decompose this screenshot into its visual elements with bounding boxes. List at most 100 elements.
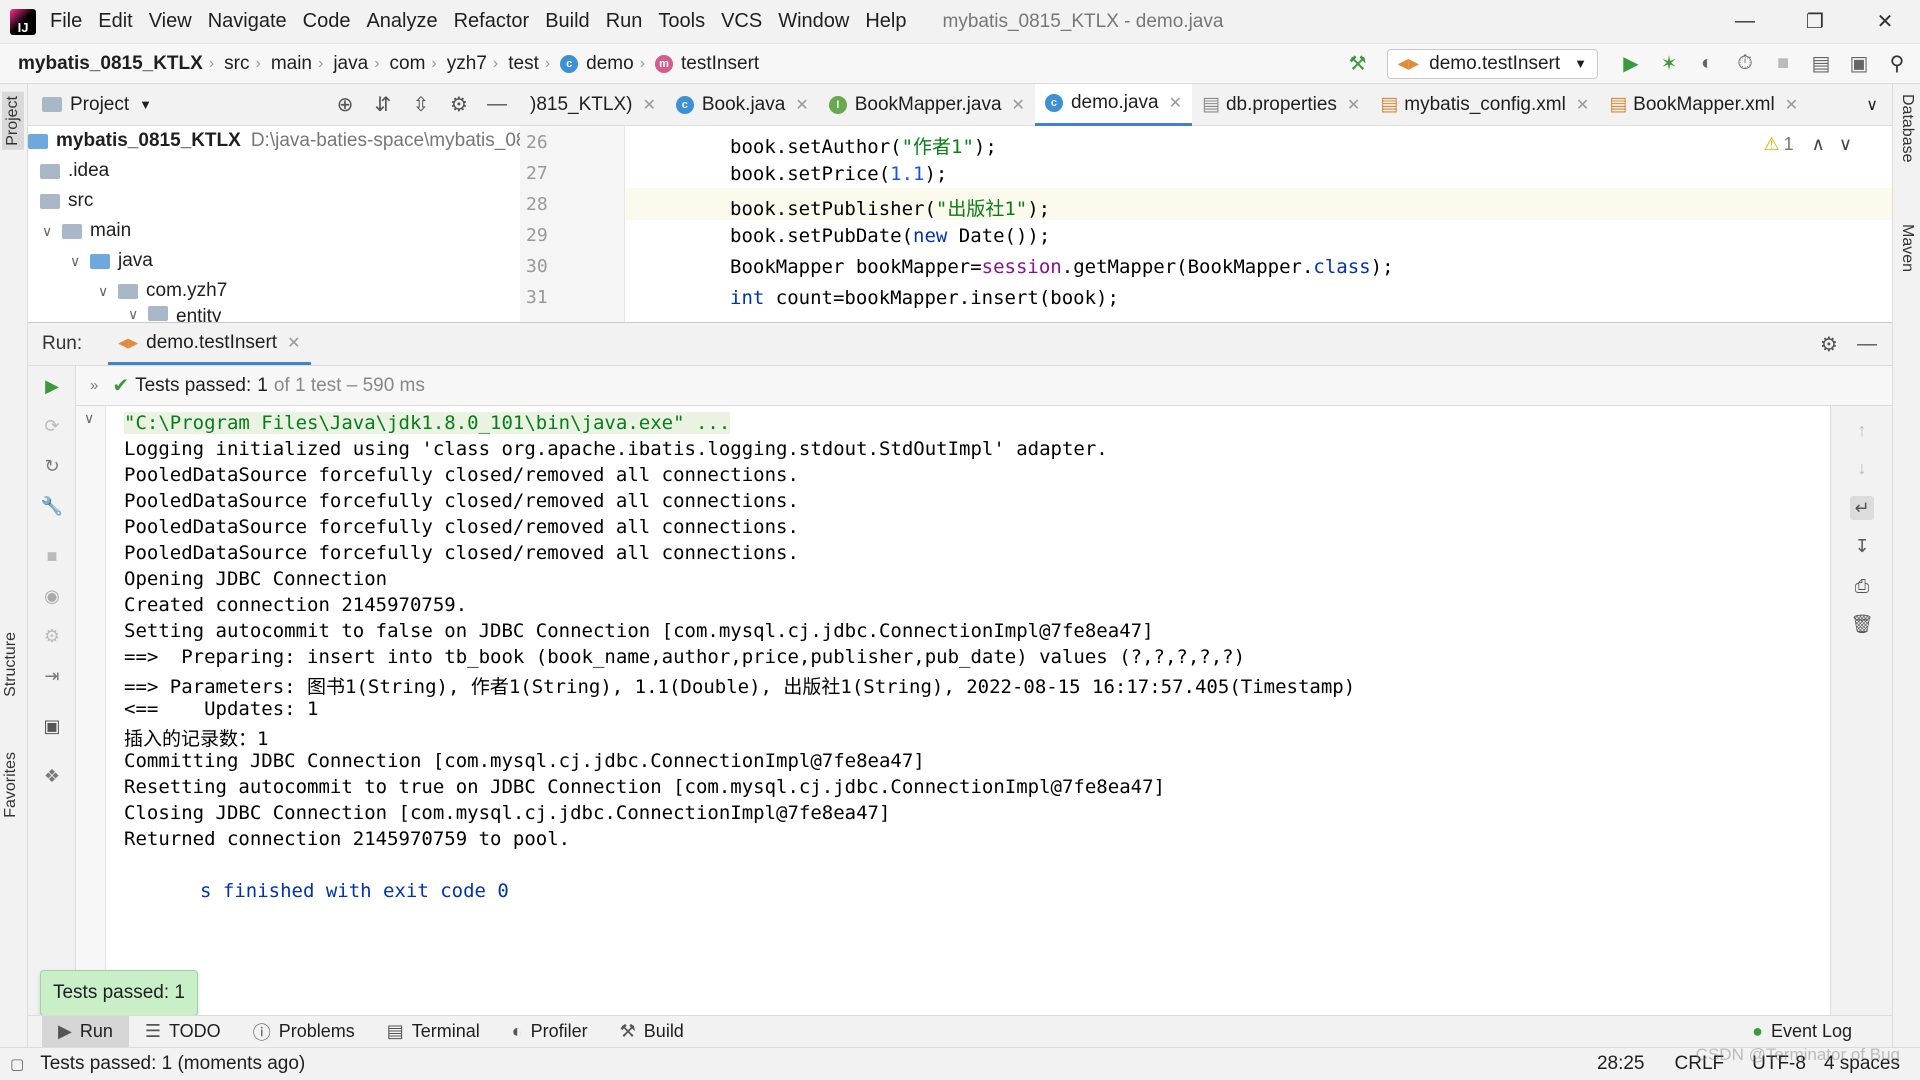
gear-icon[interactable]: ⚙ [444,90,474,120]
tab-event-log[interactable]: ● Event Log [1736,1016,1868,1048]
tab-book-java[interactable]: c Book.java ✕ [666,84,819,126]
close-window-button[interactable]: ✕ [1850,0,1920,44]
status-message[interactable]: Tests passed: 1 (moments ago) [40,1053,305,1075]
layout-icon[interactable]: ▣ [40,714,64,738]
menu-build[interactable]: Build [545,10,589,33]
pin-icon[interactable]: ❖ [40,764,64,788]
chevron-down-icon[interactable]: ∨ [42,223,54,240]
menu-run[interactable]: Run [606,10,643,33]
caret-position[interactable]: 28:25 [1597,1053,1645,1075]
close-icon[interactable]: ✕ [1576,95,1589,115]
gear-icon[interactable]: ⚙ [1814,329,1844,359]
tree-item-src[interactable]: src [40,186,93,216]
search-icon[interactable]: ⚲ [1882,49,1912,79]
panel-toggle-icon[interactable]: ▢ [10,1055,24,1073]
menu-window[interactable]: Window [778,10,849,33]
close-icon[interactable]: ✕ [795,95,808,115]
tree-item-package[interactable]: ∨ com.yzh7 [98,276,227,306]
chevron-down-icon[interactable]: ∨ [1839,134,1852,155]
close-icon[interactable]: ✕ [1012,95,1025,115]
menu-tools[interactable]: Tools [658,10,705,33]
tab-todo[interactable]: ☰ TODO [129,1016,237,1048]
menu-refactor[interactable]: Refactor [454,10,530,33]
menu-navigate[interactable]: Navigate [208,10,287,33]
tab-terminal[interactable]: ▤ Terminal [371,1016,496,1048]
print-icon[interactable]: ⎙ [1850,574,1874,598]
tab-bookmapper-java[interactable]: I BookMapper.java ✕ [819,84,1035,126]
project-panel-title[interactable]: Project [70,94,129,116]
arrow-down-icon[interactable]: ↓ [1850,456,1874,480]
debug-icon[interactable]: ✶ [1654,49,1684,79]
tab-project-file[interactable]: )815_KTLX) ✕ [520,84,666,126]
menu-help[interactable]: Help [865,10,906,33]
tab-mybatis-config[interactable]: ▤ mybatis_config.xml ✕ [1370,84,1599,126]
tests-passed-toast[interactable]: Tests passed: 1 [40,970,198,1016]
run-configuration-select[interactable]: ◀▶ demo.testInsert ▼ [1386,48,1598,79]
chevron-down-icon[interactable]: ▼ [139,97,152,112]
expand-icon[interactable]: » [90,377,98,394]
menu-edit[interactable]: Edit [98,10,132,33]
wrench-icon[interactable]: 🔧 [40,494,64,518]
chevron-down-icon[interactable]: ∨ [98,283,110,300]
code-editor[interactable]: book.setAuthor("作者1"); book.setPrice(1.1… [626,126,1892,322]
profile-icon[interactable]: ⏱ [1730,49,1760,79]
settings-icon[interactable]: ⚙ [40,624,64,648]
close-icon[interactable]: ✕ [1785,95,1798,115]
tree-item-project-root[interactable]: mybatis_0815_KTLX D:\java-baties-space\m… [28,126,520,156]
breadcrumb-com[interactable]: com [390,53,426,75]
database-tool-tab[interactable]: Database [1898,94,1916,163]
tree-item-entity[interactable]: ∨ entity [128,306,221,322]
expand-all-icon[interactable]: ⇵ [368,90,398,120]
minimize-button[interactable]: — [1710,0,1780,44]
tab-build[interactable]: ⚒ Build [604,1016,700,1048]
soft-wrap-icon[interactable]: ↵ [1850,496,1874,520]
structure-tool-tab[interactable]: Structure [2,632,20,697]
hide-panel-icon[interactable]: — [1852,329,1882,359]
collapse-all-icon[interactable]: ⇳ [406,90,436,120]
close-icon[interactable]: ✕ [1169,93,1182,113]
maven-tool-tab[interactable]: Maven [1898,224,1916,272]
tab-problems[interactable]: ⓘ Problems [237,1016,371,1048]
menu-code[interactable]: Code [303,10,351,33]
breadcrumb-method[interactable]: testInsert [681,53,759,75]
menu-analyze[interactable]: Analyze [366,10,437,33]
menu-file[interactable]: File [50,10,82,33]
tree-item-idea[interactable]: .idea [40,156,109,186]
rerun-icon[interactable]: ▶ [40,374,64,398]
breadcrumb-test[interactable]: test [508,53,539,75]
toggle-auto-test-icon[interactable]: ↻ [40,454,64,478]
run-tab[interactable]: ◀▶ demo.testInsert ✕ [108,323,311,365]
rerun-failed-icon[interactable]: ⟳ [40,414,64,438]
chevron-down-icon[interactable]: ∨ [84,410,94,427]
trash-icon[interactable]: 🗑 [1850,612,1874,636]
breadcrumb-java[interactable]: java [333,53,368,75]
breadcrumb-project[interactable]: mybatis_0815_KTLX [18,53,203,75]
tab-db-properties[interactable]: ▤ db.properties ✕ [1192,84,1370,126]
project-tool-tab[interactable]: Project [2,92,24,150]
chevron-down-icon[interactable]: ∨ [1866,95,1878,115]
breadcrumb-yzh7[interactable]: yzh7 [447,53,487,75]
close-icon[interactable]: ✕ [642,95,655,115]
layout-icon[interactable]: ▣ [1844,49,1874,79]
run-icon[interactable]: ▶ [1616,49,1646,79]
tree-item-java[interactable]: ∨ java [70,246,153,276]
menu-view[interactable]: View [149,10,192,33]
console-output[interactable]: ∨ "C:\Program Files\Java\jdk1.8.0_101\bi… [76,406,1830,1015]
breadcrumb-src[interactable]: src [224,53,249,75]
chevron-down-icon[interactable]: ∨ [70,253,82,270]
chevron-down-icon[interactable]: ∨ [128,306,140,322]
chevron-up-icon[interactable]: ∧ [1812,134,1825,155]
tab-bookmapper-xml[interactable]: ▤ BookMapper.xml ✕ [1599,84,1808,126]
inspection-widget[interactable]: ⚠ 1 ∧ ∨ [1763,134,1852,155]
stop-icon[interactable]: ■ [40,544,64,568]
build-hammer-icon[interactable]: ⚒ [1343,49,1373,79]
hide-panel-icon[interactable]: — [482,90,512,120]
scroll-to-end-icon[interactable]: ↧ [1850,534,1874,558]
restore-button[interactable]: ❐ [1780,0,1850,44]
tab-run[interactable]: ▶ Run [42,1015,129,1048]
favorites-tool-tab[interactable]: Favorites [2,752,20,818]
breadcrumb-demo[interactable]: demo [586,53,634,75]
stop-icon[interactable]: ■ [1768,49,1798,79]
coverage-icon[interactable]: ◐ [1692,49,1722,79]
close-icon[interactable]: ✕ [287,333,300,353]
